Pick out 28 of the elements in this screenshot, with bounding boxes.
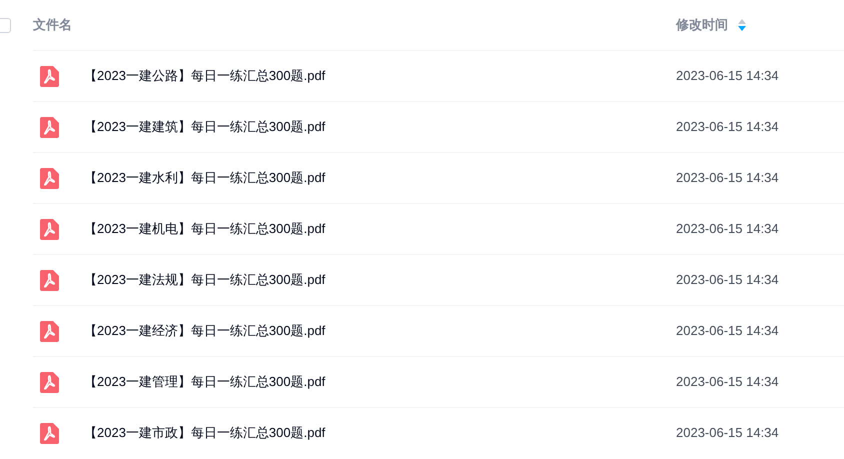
modified-time: 2023-06-15 14:34 bbox=[676, 118, 780, 136]
pdf-file-icon bbox=[40, 116, 59, 138]
column-header: 文件名 bbox=[33, 16, 73, 34]
modified-time: 2023-06-15 14:34 bbox=[676, 220, 780, 238]
modified-time: 2023-06-15 14:34 bbox=[676, 322, 780, 340]
pdf-file-icon bbox=[40, 218, 59, 240]
file-name[interactable]: 【2023一建管理】每日一练汇总300题.pdf bbox=[84, 372, 676, 392]
pdf-file-icon bbox=[40, 270, 59, 290]
file-name[interactable]: 【2023一建水利】每日一练汇总300题.pdf bbox=[84, 168, 676, 188]
pdf-file-icon bbox=[40, 372, 59, 392]
pdf-file-icon bbox=[40, 66, 59, 86]
file-name[interactable]: 【2023一建市政】每日一练汇总300题.pdf bbox=[84, 423, 676, 443]
modified-time: 2023-06-15 14:34 bbox=[676, 169, 780, 188]
modified-time: 2023-06-15 14:34 bbox=[676, 271, 780, 290]
column-header[interactable]: 修改时间 bbox=[676, 15, 728, 35]
sort-icon[interactable] bbox=[738, 19, 746, 31]
modified-time: 2023-06-15 14:34 bbox=[676, 373, 780, 392]
file-name[interactable]: 【2023一建建筑】每日一练汇总300题.pdf bbox=[84, 117, 676, 137]
file-name[interactable]: 【2023一建经济】每日一练汇总300题.pdf bbox=[84, 321, 676, 341]
file-name[interactable]: 【2023一建机电】每日一练汇总300题.pdf bbox=[84, 219, 676, 239]
modified-time: 2023-06-15 14:34 bbox=[676, 424, 780, 442]
modified-time: 2023-06-15 14:34 bbox=[676, 67, 780, 86]
pdf-file-icon bbox=[40, 422, 59, 444]
file-name[interactable]: 【2023一建法规】每日一练汇总300题.pdf bbox=[84, 270, 676, 290]
file-name[interactable]: 【2023一建公路】每日一练汇总300题.pdf bbox=[84, 66, 676, 86]
pdf-file-icon bbox=[40, 320, 59, 342]
select-all-checkbox[interactable] bbox=[0, 18, 11, 32]
pdf-file-icon bbox=[40, 168, 59, 188]
